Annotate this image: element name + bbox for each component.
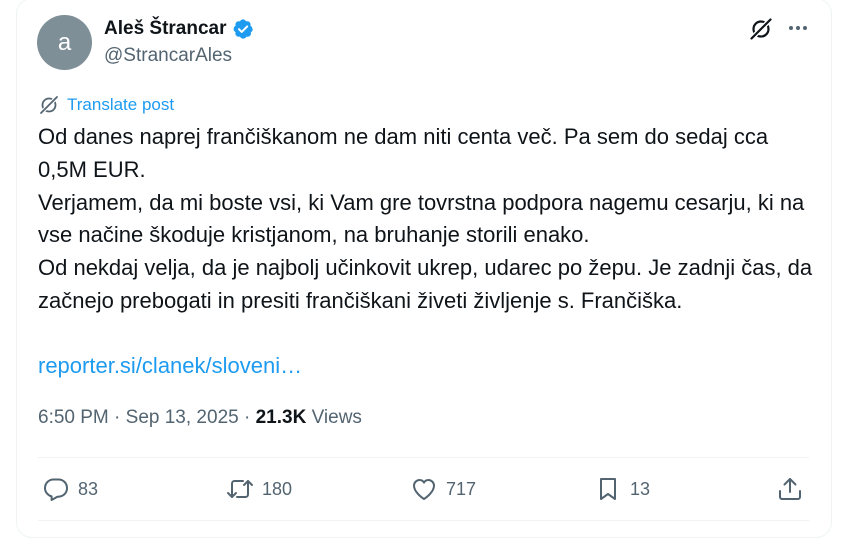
tweet-text: Od danes naprej frančiškanom ne dam niti… [38,121,818,318]
translate-icon [39,95,59,115]
tweet-link[interactable]: reporter.si/clanek/sloveni… [38,350,302,382]
views-count: 21.3K [255,407,307,428]
separator-dot: · [108,407,126,428]
repost-icon [227,480,253,498]
bookmark-count: 13 [630,478,651,499]
more-options-icon[interactable] [786,16,810,40]
tweet-paragraph: Od danes naprej frančiškanom ne dam niti… [38,124,769,182]
share-button[interactable] [776,475,804,508]
grok-icon[interactable] [748,16,774,42]
action-bar: 83 180 717 13 [38,458,809,520]
reply-button[interactable]: 83 [42,475,98,503]
translate-label[interactable]: Translate post [67,95,174,115]
repost-count: 180 [262,478,293,499]
verified-badge-icon [233,19,253,39]
reply-icon [44,478,68,501]
tweet-meta: 6:50 PM · Sep 13, 2025 · 21.3K Views [38,407,362,429]
tweet-date[interactable]: Sep 13, 2025 [126,407,239,429]
repost-button[interactable]: 180 [226,475,292,503]
like-count: 717 [446,478,477,499]
translate-post-link[interactable]: Translate post [38,94,174,116]
author-handle[interactable]: @StrancarAles [104,45,232,67]
views-label: Views [306,407,362,428]
separator-dot: · [238,407,256,428]
avatar[interactable]: a [37,15,92,70]
reply-count: 83 [78,478,99,499]
author-name[interactable]: Aleš Štrancar [104,18,227,40]
like-button[interactable]: 717 [410,475,476,503]
share-icon [779,478,801,500]
author-name-row[interactable]: Aleš Štrancar [104,16,254,42]
tweet-time[interactable]: 6:50 PM [38,407,109,429]
bookmark-icon [600,478,616,500]
heart-icon [413,479,435,500]
divider [38,520,809,521]
tweet-paragraph: Od nekdaj velja, da je najbolj učinkovit… [38,255,813,313]
tweet-paragraph: Verjamem, da mi boste vsi, ki Vam gre to… [38,189,805,248]
bookmark-button[interactable]: 13 [594,475,650,503]
